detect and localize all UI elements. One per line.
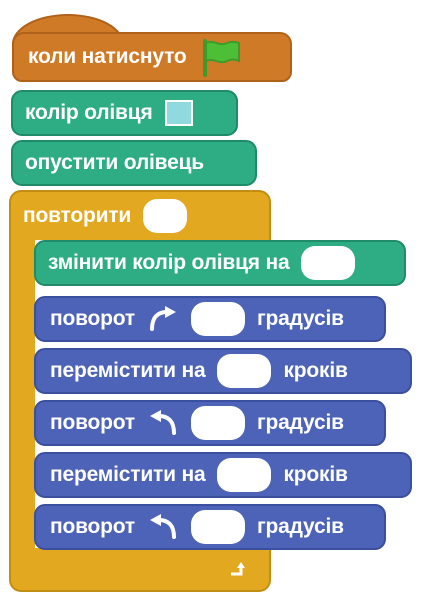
pen-color-swatch[interactable] bbox=[164, 100, 193, 126]
turn-left-degrees-input-2[interactable] bbox=[191, 510, 245, 544]
pen-down-label: опустити олівець bbox=[25, 151, 204, 174]
move-steps-input-2[interactable] bbox=[217, 458, 272, 492]
change-pen-color-label: змінити колір олівця на bbox=[48, 251, 290, 274]
turn-left-icon bbox=[150, 514, 176, 539]
turn-right-block[interactable]: поворот градусів bbox=[34, 296, 386, 342]
move-steps-unit-2: кроків bbox=[283, 463, 348, 486]
turn-left-label-2: поворот bbox=[50, 515, 135, 538]
move-steps-input-1[interactable] bbox=[217, 354, 272, 388]
turn-left-degrees-input-1[interactable] bbox=[191, 406, 245, 440]
turn-right-degrees-input[interactable] bbox=[191, 302, 245, 336]
turn-left-block-1[interactable]: поворот градусів bbox=[34, 400, 386, 446]
change-pen-color-input[interactable] bbox=[301, 246, 356, 280]
loop-arrow-icon bbox=[231, 562, 245, 576]
repeat-block-arm bbox=[9, 236, 35, 562]
turn-right-icon bbox=[150, 306, 176, 331]
turn-right-label: поворот bbox=[50, 307, 135, 330]
change-pen-color-block[interactable]: змінити колір олівця на bbox=[34, 240, 406, 286]
repeat-label: повторити bbox=[23, 204, 132, 227]
repeat-block-end bbox=[9, 548, 271, 592]
turn-right-degrees-label: градусів bbox=[257, 307, 344, 330]
green-flag-icon bbox=[202, 39, 240, 77]
script-canvas: коли натиснуто колір олівця опустити олі… bbox=[0, 0, 421, 598]
move-steps-block-1[interactable]: перемістити на кроків bbox=[34, 348, 412, 394]
turn-left-icon bbox=[150, 410, 176, 435]
turn-left-degrees-label-1: градусів bbox=[257, 411, 344, 434]
move-steps-unit-1: кроків bbox=[283, 359, 348, 382]
set-pen-color-label: колір олівця bbox=[25, 101, 153, 124]
turn-left-block-2[interactable]: поворот градусів bbox=[34, 504, 386, 550]
turn-left-label-1: поворот bbox=[50, 411, 135, 434]
when-flag-clicked-label: коли натиснуто bbox=[28, 45, 187, 68]
move-label-1: перемістити на bbox=[50, 359, 206, 382]
turn-left-degrees-label-2: градусів bbox=[257, 515, 344, 538]
move-steps-block-2[interactable]: перемістити на кроків bbox=[34, 452, 412, 498]
repeat-block[interactable]: повторити bbox=[9, 190, 271, 240]
pen-down-block[interactable]: опустити олівець bbox=[11, 140, 257, 186]
move-label-2: перемістити на bbox=[50, 463, 206, 486]
set-pen-color-block[interactable]: колір олівця bbox=[11, 90, 238, 136]
when-flag-clicked-block[interactable]: коли натиснуто bbox=[12, 32, 292, 82]
repeat-count-input[interactable] bbox=[143, 199, 188, 233]
